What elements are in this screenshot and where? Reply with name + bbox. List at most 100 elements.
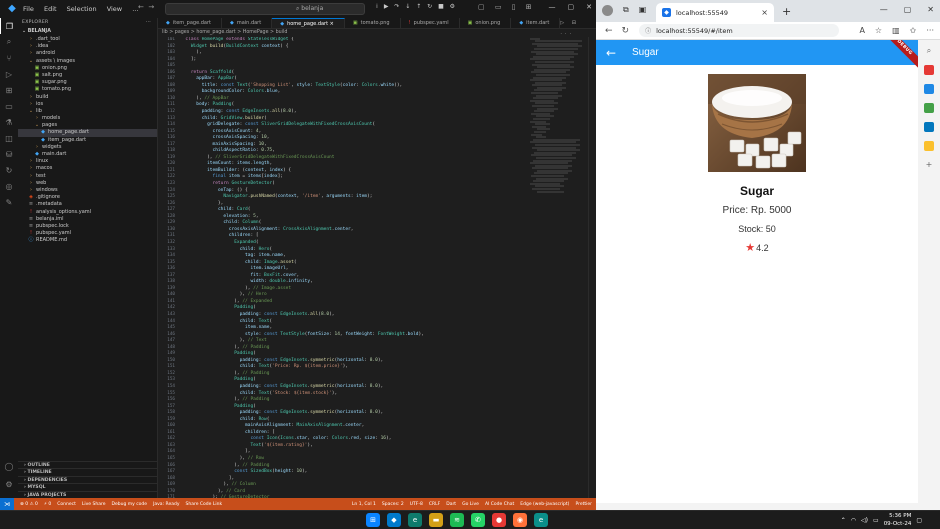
tab-item[interactable]: ◆ item.dart: [511, 18, 561, 28]
timeline-section[interactable]: › TIMELINE: [18, 468, 158, 476]
refresh-icon[interactable]: ↻: [622, 26, 630, 36]
menu-selection[interactable]: Selection: [67, 5, 97, 13]
menu-view[interactable]: View: [107, 5, 122, 13]
minimize-icon[interactable]: —: [549, 3, 556, 11]
close-tab-icon[interactable]: ×: [330, 21, 334, 27]
remote-explorer-icon[interactable]: ▭: [0, 98, 18, 114]
workspaces-icon[interactable]: ⧉: [623, 5, 629, 16]
edge-taskbar-icon[interactable]: e: [408, 513, 422, 527]
back-arrow-icon[interactable]: ←: [605, 26, 613, 36]
remote-indicator-icon[interactable]: ⋊: [0, 498, 14, 510]
tools-icon[interactable]: [924, 84, 934, 94]
start-windows-icon[interactable]: ⊞: [366, 513, 380, 527]
status-indent[interactable]: Spaces: 2: [382, 502, 404, 507]
read-aloud-icon[interactable]: A: [859, 26, 864, 35]
code-content[interactable]: class HomePage extends StatelessWidget {…: [180, 37, 530, 498]
volume-icon[interactable]: ◁): [861, 517, 868, 524]
tab-actions-icon[interactable]: ▣: [639, 5, 647, 16]
file-tree-item[interactable]: › widgets: [18, 144, 157, 151]
maximize-icon[interactable]: ▢: [904, 5, 912, 14]
file-tree-item[interactable]: ▣ onion.png: [18, 65, 157, 72]
search-icon[interactable]: ⌕: [0, 34, 18, 50]
games-icon[interactable]: [924, 103, 934, 113]
status-edge[interactable]: Edge (web-javascript): [520, 502, 569, 507]
debug-toolbar[interactable]: ⁞ ▶ ↷ ↓ ↑ ↻ ■ ⚙: [376, 3, 457, 10]
explorer-icon[interactable]: ❐: [0, 18, 18, 34]
file-tree-item[interactable]: ◆ main.dart: [18, 151, 157, 158]
tab-onion[interactable]: ▣ onion.png: [460, 18, 512, 28]
battery-icon[interactable]: ▭: [873, 517, 879, 524]
minimize-icon[interactable]: —: [880, 5, 888, 14]
favorites-icon[interactable]: ✩: [910, 26, 917, 35]
vscode-taskbar-icon[interactable]: ◆: [387, 513, 401, 527]
file-tree-item[interactable]: › windows: [18, 187, 157, 194]
status-debug[interactable]: Debug my code: [112, 502, 148, 507]
outline-section[interactable]: › OUTLINE: [18, 460, 158, 469]
favorite-star-icon[interactable]: ☆: [875, 26, 882, 35]
file-explorer-icon[interactable]: ▬: [429, 513, 443, 527]
file-tree-item[interactable]: ≡ .metadata: [18, 201, 157, 208]
chat-icon[interactable]: ✎: [0, 194, 18, 210]
status-share-link[interactable]: Share Code Link: [186, 502, 223, 507]
minimap[interactable]: [530, 37, 588, 498]
file-tree-item[interactable]: ▣ sugar.png: [18, 79, 157, 86]
docker-icon[interactable]: ◫: [0, 130, 18, 146]
github-icon[interactable]: ◎: [0, 178, 18, 194]
split-screen-icon[interactable]: ▥: [892, 26, 900, 35]
file-tree-item[interactable]: ▣ tomato.png: [18, 86, 157, 93]
file-tree-item[interactable]: › models: [18, 115, 157, 122]
layout-icons[interactable]: ▢ ▭ ▯ ⊞: [478, 3, 536, 11]
tab-main[interactable]: ◆ main.dart: [222, 18, 273, 28]
tab-item-page[interactable]: ◆ item_page.dart: [158, 18, 222, 28]
account-icon[interactable]: ◯: [0, 458, 18, 474]
wifi-icon[interactable]: ◠: [851, 517, 856, 524]
file-tree-item[interactable]: › .idea: [18, 43, 157, 50]
breadcrumb[interactable]: lib > pages > home_page.dart > HomePage …: [158, 29, 596, 37]
notification-icon[interactable]: ▢: [916, 517, 922, 524]
file-tree-item[interactable]: ≡ pubspec.lock: [18, 223, 157, 230]
shopping-icon[interactable]: [924, 65, 934, 75]
tray-chevron-icon[interactable]: ⌃: [841, 517, 846, 524]
edge-dev-icon[interactable]: e: [534, 513, 548, 527]
status-connect[interactable]: Connect: [57, 502, 76, 507]
firefox-icon[interactable]: ◉: [513, 513, 527, 527]
browser-tab[interactable]: ◆ localhost:55549 ×: [656, 3, 774, 22]
status-encoding[interactable]: UTF-8: [410, 502, 423, 507]
file-tree-item[interactable]: › .dart_tool: [18, 36, 157, 43]
back-arrow-icon[interactable]: ←: [606, 46, 620, 60]
nav-arrows[interactable]: ← →: [138, 3, 154, 11]
file-tree-item[interactable]: › macos: [18, 165, 157, 172]
file-tree-item[interactable]: ≡ belanja.iml: [18, 216, 157, 223]
file-tree-item[interactable]: ◆ item_page.dart: [18, 137, 157, 144]
java-projects-section[interactable]: › JAVA PROJECTS: [18, 490, 158, 499]
more-icon[interactable]: ···: [926, 26, 934, 35]
file-tree-item[interactable]: ▣ salt.png: [18, 72, 157, 79]
close-icon[interactable]: ✕: [586, 3, 592, 11]
whatsapp-icon[interactable]: ✆: [471, 513, 485, 527]
close-tab-icon[interactable]: ×: [761, 8, 768, 17]
file-tree-item[interactable]: › test: [18, 173, 157, 180]
live-share-icon[interactable]: ↻: [0, 162, 18, 178]
recorder-icon[interactable]: ●: [492, 513, 506, 527]
close-icon[interactable]: ✕: [927, 5, 934, 14]
file-tree-item[interactable]: ⌄ pages: [18, 122, 157, 129]
mysql-section[interactable]: › MYSQL: [18, 483, 158, 491]
status-problems[interactable]: ⊗ 0 ⚠ 0: [20, 502, 38, 507]
notes-icon[interactable]: [924, 141, 934, 151]
status-cursor[interactable]: Ln 1, Col 1: [352, 502, 376, 507]
file-tree-item[interactable]: ⌄ lib: [18, 108, 157, 115]
profile-avatar[interactable]: [602, 5, 613, 16]
file-tree-item[interactable]: › build: [18, 94, 157, 101]
file-tree-item[interactable]: ◈ .gitignore: [18, 194, 157, 201]
editor-scrollbar[interactable]: [588, 37, 596, 498]
file-tree-item[interactable]: ⌄ assets \ images: [18, 58, 157, 65]
menu-edit[interactable]: Edit: [44, 5, 57, 13]
more-actions-icon[interactable]: ···: [146, 18, 151, 28]
status-eol[interactable]: CRLF: [429, 502, 440, 507]
database-icon[interactable]: ⛁: [0, 146, 18, 162]
editor-actions[interactable]: ▷ ⊟ ···: [560, 18, 596, 37]
extensions-icon[interactable]: ⊞: [0, 82, 18, 98]
file-tree-item[interactable]: ◆ home_page.dart: [18, 129, 157, 137]
status-java[interactable]: Java: Ready: [153, 502, 179, 507]
site-info-icon[interactable]: ⓘ: [645, 26, 651, 35]
